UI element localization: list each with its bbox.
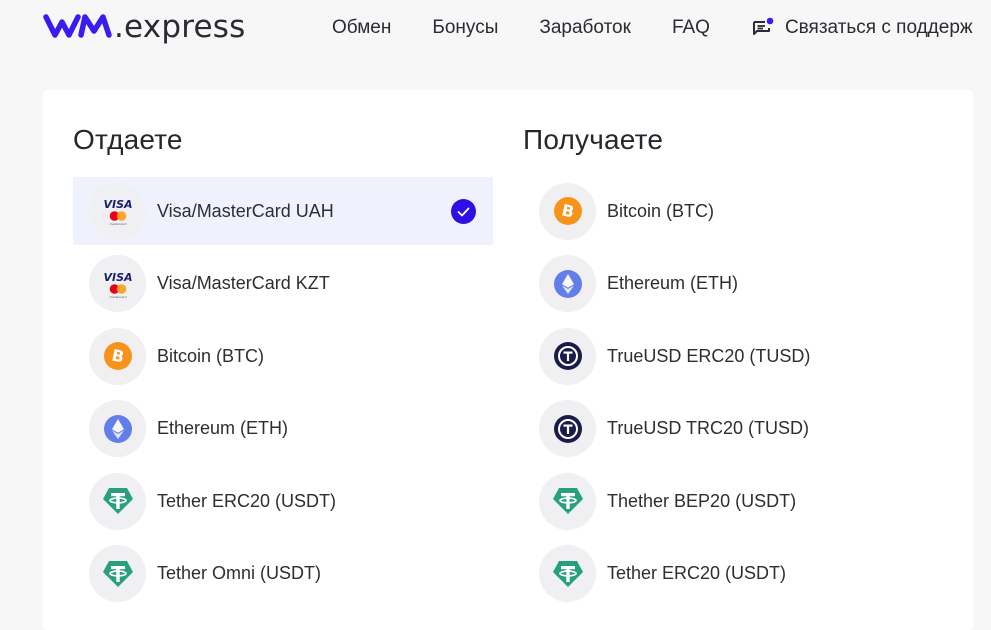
give-item-btc[interactable]: B Bitcoin (BTC) — [73, 322, 493, 390]
trueusd-icon — [539, 400, 596, 457]
receive-item-tusd-erc20[interactable]: TrueUSD ERC20 (TUSD) — [523, 322, 943, 390]
svg-text:VISA: VISA — [103, 271, 132, 284]
give-item-label: Tether ERC20 (USDT) — [157, 490, 337, 511]
receive-item-tusd-trc20[interactable]: TrueUSD TRC20 (TUSD) — [523, 395, 943, 463]
svg-text:mastercard: mastercard — [109, 295, 126, 299]
trueusd-icon — [539, 327, 596, 385]
logo-text: .express — [114, 8, 246, 45]
bitcoin-icon: B — [89, 327, 146, 385]
chat-icon — [752, 17, 774, 35]
receive-item-label: Ethereum (ETH) — [607, 273, 739, 293]
receive-item-usdt-bep20[interactable]: Thether BEP20 (USDT) — [523, 467, 943, 535]
nav-earnings[interactable]: Заработок — [539, 17, 631, 39]
give-item-label: Bitcoin (BTC) — [157, 345, 265, 366]
give-item-eth[interactable]: Ethereum (ETH) — [73, 395, 493, 463]
give-item-label: Visa/MasterCard UAH — [157, 200, 334, 221]
ethereum-icon — [539, 255, 596, 312]
main-nav: Обмен Бонусы Заработок FAQ Связаться с п… — [332, 0, 973, 56]
give-item-label: Visa/MasterCard KZT — [157, 273, 330, 293]
receive-item-label: TrueUSD TRC20 (TUSD) — [607, 418, 810, 438]
svg-text:mastercard: mastercard — [109, 222, 126, 226]
bitcoin-icon: B — [539, 182, 596, 240]
give-title: Отдаете — [73, 124, 183, 155]
tether-icon — [89, 545, 146, 602]
nav-faq[interactable]: FAQ — [672, 17, 710, 39]
top-header: .express Обмен Бонусы Заработок FAQ Связ… — [0, 0, 991, 56]
visa-mastercard-icon: VISA mastercard — [89, 255, 146, 312]
tether-icon — [539, 472, 596, 530]
receive-list: B Bitcoin (BTC) Ethereum (ETH) TrueUSD E… — [523, 177, 943, 612]
check-icon — [451, 199, 476, 224]
give-list: VISA mastercard Visa/MasterCard UAH VISA… — [73, 177, 493, 612]
receive-title: Получаете — [523, 124, 664, 155]
nav-exchange[interactable]: Обмен — [332, 17, 391, 39]
visa-mastercard-icon: VISA mastercard — [89, 182, 146, 240]
receive-item-label: Bitcoin (BTC) — [607, 200, 715, 221]
wm-logo-icon — [43, 14, 112, 38]
nav-support-label: Связаться с поддерж — [784, 17, 973, 38]
receive-item-usdt-erc20[interactable]: Tether ERC20 (USDT) — [523, 540, 943, 608]
give-item-label: Tether Omni (USDT) — [157, 563, 322, 583]
site-logo[interactable]: .express — [43, 6, 245, 46]
give-item-visa-uah[interactable]: VISA mastercard Visa/MasterCard UAH — [73, 177, 493, 245]
receive-item-eth[interactable]: Ethereum (ETH) — [523, 250, 943, 318]
svg-text:VISA: VISA — [103, 198, 132, 211]
receive-item-label: Tether ERC20 (USDT) — [607, 563, 787, 583]
give-item-visa-kzt[interactable]: VISA mastercard Visa/MasterCard KZT — [73, 250, 493, 318]
tether-icon — [89, 472, 146, 530]
receive-item-label: Thether BEP20 (USDT) — [607, 490, 797, 511]
tether-icon — [539, 545, 596, 602]
give-item-usdt-omni[interactable]: Tether Omni (USDT) — [73, 540, 493, 608]
give-item-usdt-erc20[interactable]: Tether ERC20 (USDT) — [73, 467, 493, 535]
nav-bonuses[interactable]: Бонусы — [432, 17, 498, 39]
nav-support-link[interactable]: Связаться с поддерж — [751, 17, 973, 39]
give-item-label: Ethereum (ETH) — [157, 418, 289, 438]
receive-item-btc[interactable]: B Bitcoin (BTC) — [523, 177, 943, 245]
receive-item-label: TrueUSD ERC20 (TUSD) — [607, 345, 811, 366]
ethereum-icon — [89, 400, 146, 457]
